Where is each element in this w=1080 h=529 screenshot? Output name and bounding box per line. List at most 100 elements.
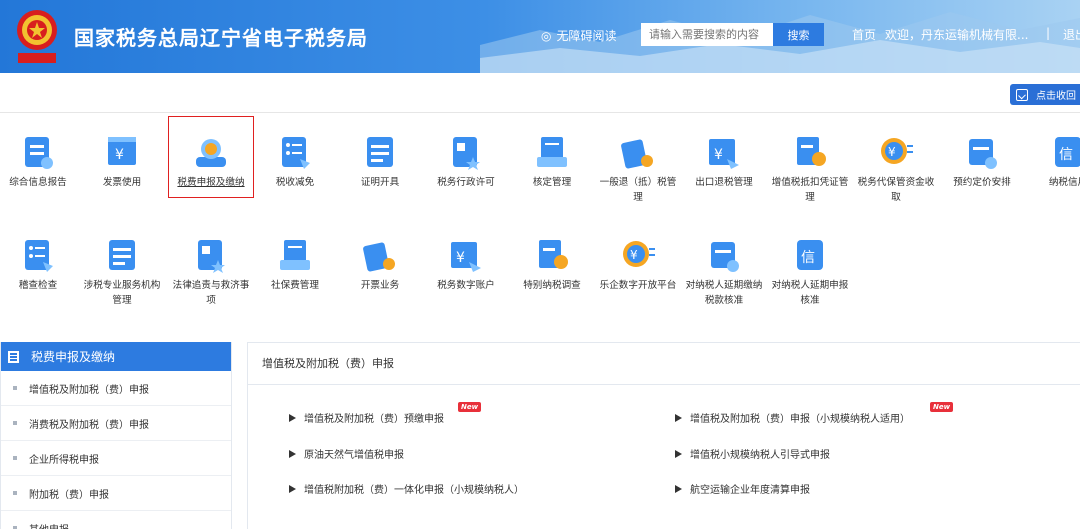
menu-tile-credit[interactable]: 信纳税信用 bbox=[1025, 133, 1080, 190]
inspection-icon bbox=[0, 236, 81, 274]
menu-tile-inspection[interactable]: 稽查检查 bbox=[0, 236, 81, 293]
svg-text:¥: ¥ bbox=[714, 147, 723, 163]
sidebar-item-corporate-income-tax[interactable]: 企业所得税申报 bbox=[1, 441, 231, 476]
header-separator: | bbox=[1046, 26, 1051, 40]
link-vat-prepay[interactable]: 增值税及附加税（费）预缴申报 bbox=[289, 410, 444, 425]
home-link[interactable]: 首页 bbox=[852, 26, 876, 43]
link-crude-oil-vat[interactable]: 原油天然气增值税申报 bbox=[289, 446, 404, 461]
menu-tile-social-security[interactable]: 社保费管理 bbox=[252, 236, 338, 293]
triangle-icon bbox=[675, 414, 682, 422]
menu-tile-custody-fund[interactable]: ¥ 税务代保管资金收取 bbox=[853, 133, 939, 205]
custody-fund-icon: ¥ bbox=[853, 133, 939, 171]
sidebar-item-consumption-tax[interactable]: 消费税及附加税（费）申报 bbox=[1, 406, 231, 441]
refund-icon bbox=[595, 133, 681, 171]
search-button[interactable]: 搜索 bbox=[773, 23, 824, 46]
menu-tile-export-refund[interactable]: ¥ 出口退税管理 bbox=[681, 133, 767, 190]
menu-tile-tax-declare[interactable]: 税费申报及缴纳 bbox=[168, 116, 254, 198]
menu-tile-label: 对纳税人延期申报核准 bbox=[771, 280, 849, 306]
menu-tile-refund[interactable]: 一般退（抵）税管理 bbox=[595, 133, 681, 205]
accessibility-link[interactable]: ◎ 无障碍阅读 bbox=[541, 27, 617, 44]
menu-tile-label: 开票业务 bbox=[360, 280, 400, 291]
export-refund-icon: ¥ bbox=[681, 133, 767, 171]
license-icon bbox=[423, 133, 509, 171]
credit-icon: 信 bbox=[1025, 133, 1080, 171]
menu-tile-license[interactable]: 税务行政许可 bbox=[423, 133, 509, 190]
menu-tile-label: 税收减免 bbox=[275, 177, 315, 188]
svg-text:¥: ¥ bbox=[630, 248, 638, 262]
link-vat-integrated[interactable]: 增值税附加税（费）一体化申报（小规模纳税人） bbox=[289, 481, 524, 496]
menu-tile-approval[interactable]: 核定管理 bbox=[509, 133, 595, 190]
special-investigation-icon bbox=[509, 236, 595, 274]
svg-text:¥: ¥ bbox=[456, 250, 465, 266]
triangle-icon bbox=[289, 450, 296, 458]
menu-list-icon bbox=[8, 350, 19, 363]
bullet-icon bbox=[13, 421, 17, 425]
sidebar-item-surcharge[interactable]: 附加税（费）申报 bbox=[1, 476, 231, 511]
menu-tile-deferral-declare[interactable]: 信对纳税人延期申报核准 bbox=[767, 236, 853, 308]
menu-tile-agency[interactable]: 涉税专业服务机构管理 bbox=[79, 236, 165, 308]
open-platform-icon: ¥ bbox=[595, 236, 681, 274]
triangle-icon bbox=[289, 485, 296, 493]
menu-tile-invoice[interactable]: ¥ 发票使用 bbox=[79, 133, 165, 190]
link-vat-small-scale[interactable]: 增值税及附加税（费）申报（小规模纳税人适用） bbox=[675, 410, 910, 425]
menu-tile-tax-relief[interactable]: 税收减免 bbox=[252, 133, 338, 190]
new-badge: New bbox=[930, 402, 954, 412]
law-icon bbox=[168, 236, 254, 274]
svg-text:¥: ¥ bbox=[888, 145, 896, 159]
bullet-icon bbox=[13, 386, 17, 390]
menu-tile-label: 发票使用 bbox=[102, 177, 142, 188]
panel-title: 增值税及附加税（费）申报 bbox=[248, 343, 1080, 385]
menu-tile-report[interactable]: 综合信息报告 bbox=[0, 133, 81, 190]
triangle-icon bbox=[675, 450, 682, 458]
billing-icon bbox=[337, 236, 423, 274]
menu-tile-label: 综合信息报告 bbox=[9, 177, 67, 188]
menu-tile-label: 增值税抵扣凭证管理 bbox=[771, 177, 849, 203]
menu-tile-law[interactable]: 法律追责与救济事项 bbox=[168, 236, 254, 308]
link-aviation-settlement[interactable]: 航空运输企业年度清算申报 bbox=[675, 481, 810, 496]
sidebar-header[interactable]: 税费申报及缴纳 bbox=[1, 342, 231, 371]
invoice-icon: ¥ bbox=[79, 133, 165, 171]
menu-tile-pricing[interactable]: 预约定价安排 bbox=[939, 133, 1025, 190]
sidebar-item-vat[interactable]: 增值税及附加税（费）申报 bbox=[1, 371, 231, 406]
tax-relief-icon bbox=[252, 133, 338, 171]
menu-tile-label: 税务代保管资金收取 bbox=[857, 177, 935, 203]
logout-link[interactable]: 退出 bbox=[1063, 26, 1080, 43]
certificate-icon bbox=[337, 133, 423, 171]
social-security-icon bbox=[252, 236, 338, 274]
svg-text:信: 信 bbox=[1059, 147, 1073, 163]
vat-voucher-icon bbox=[767, 133, 853, 171]
eye-icon: ◎ bbox=[541, 29, 552, 43]
menu-tile-certificate[interactable]: 证明开具 bbox=[337, 133, 423, 190]
link-vat-guided[interactable]: 增值税小规模纳税人引导式申报 bbox=[675, 446, 830, 461]
menu-tile-label: 稽查检查 bbox=[18, 280, 58, 291]
site-header: 国家税务总局辽宁省电子税务局 ◎无障碍阅读 搜索 首页 欢迎，丹东运输机械有限.… bbox=[0, 0, 1080, 73]
bullet-icon bbox=[13, 491, 17, 495]
menu-tile-special-investigation[interactable]: 特别纳税调查 bbox=[509, 236, 595, 293]
divider bbox=[0, 112, 1080, 113]
digital-account-icon: ¥ bbox=[423, 236, 509, 274]
collapse-icon bbox=[1016, 88, 1028, 101]
menu-tile-billing[interactable]: 开票业务 bbox=[337, 236, 423, 293]
pricing-icon bbox=[939, 133, 1025, 171]
tax-declare-icon bbox=[169, 133, 253, 171]
agency-icon bbox=[79, 236, 165, 274]
menu-tile-vat-voucher[interactable]: 增值税抵扣凭证管理 bbox=[767, 133, 853, 205]
menu-tile-label: 预约定价安排 bbox=[953, 177, 1011, 188]
sidebar-item-other[interactable]: 其他申报 bbox=[1, 511, 231, 529]
bullet-icon bbox=[13, 456, 17, 460]
welcome-user-text: 欢迎，丹东运输机械有限... bbox=[885, 28, 1029, 42]
site-title: 国家税务总局辽宁省电子税务局 bbox=[74, 26, 368, 50]
collapse-button[interactable]: 点击收回 bbox=[1010, 84, 1080, 105]
menu-tile-label: 对纳税人延期缴纳税款核准 bbox=[685, 280, 763, 306]
menu-tile-open-platform[interactable]: ¥ 乐企数字开放平台 bbox=[595, 236, 681, 293]
main-panel: 增值税及附加税（费）申报 bbox=[247, 342, 1080, 529]
search-input[interactable] bbox=[641, 23, 773, 46]
menu-tile-digital-account[interactable]: ¥ 税务数字账户 bbox=[423, 236, 509, 293]
menu-tile-label: 核定管理 bbox=[532, 177, 572, 188]
menu-tile-label: 税费申报及缴纳 bbox=[177, 177, 245, 188]
menu-tile-label: 法律追责与救济事项 bbox=[172, 280, 250, 306]
menu-tile-label: 证明开具 bbox=[360, 177, 400, 188]
deferral-declare-icon: 信 bbox=[767, 236, 853, 274]
report-icon bbox=[0, 133, 81, 171]
menu-tile-deferral-payment[interactable]: 对纳税人延期缴纳税款核准 bbox=[681, 236, 767, 308]
